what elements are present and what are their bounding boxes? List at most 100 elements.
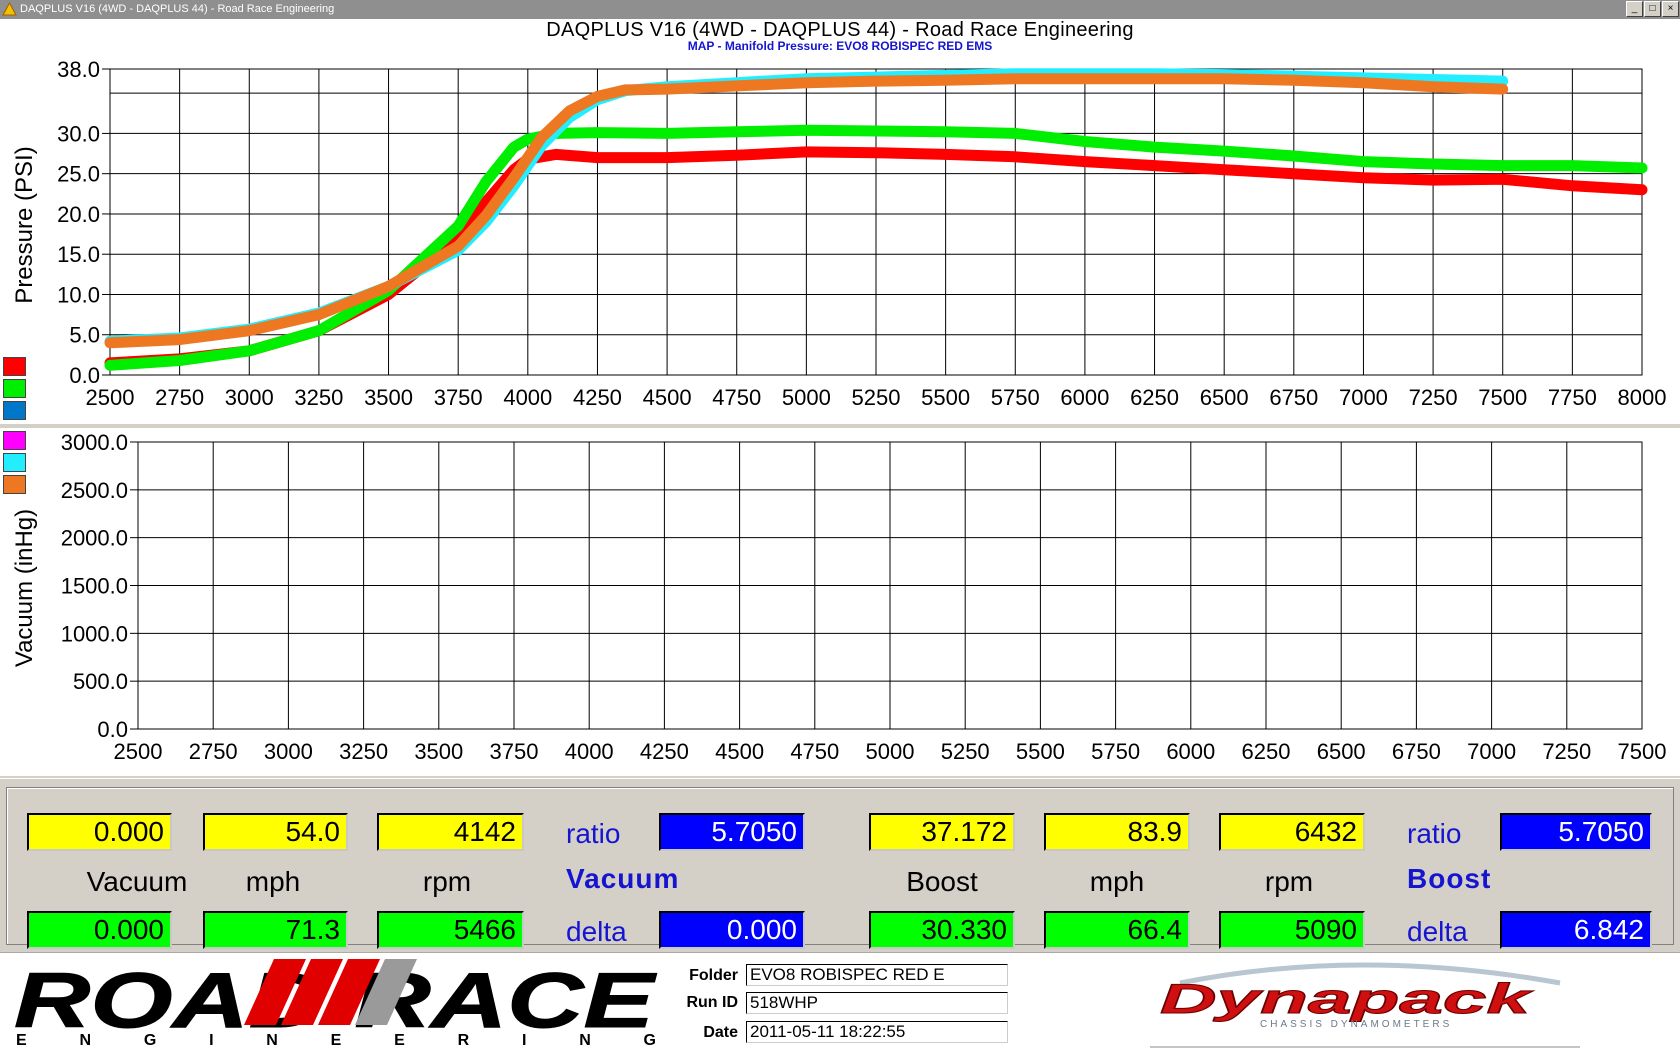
legend-swatch-red[interactable] bbox=[3, 357, 26, 376]
x-tick-label: 4000 bbox=[503, 385, 552, 410]
x-tick-label: 5750 bbox=[991, 385, 1040, 410]
boost-value-box: 37.172 bbox=[869, 813, 1015, 851]
x-tick-label: 4500 bbox=[715, 739, 764, 764]
y-tick-label: 0.0 bbox=[97, 717, 128, 742]
x-tick-label: 4500 bbox=[643, 385, 692, 410]
boost-value-green-box: 30.330 bbox=[869, 911, 1015, 949]
y-tick-label: 500.0 bbox=[73, 669, 128, 694]
ratio-value-right: 5.7050 bbox=[1500, 813, 1652, 851]
metrics-panel: 0.000 54.0 4142 Vacuum mph rpm 0.000 71.… bbox=[0, 778, 1680, 952]
x-tick-label: 2500 bbox=[114, 739, 163, 764]
x-tick-label: 8000 bbox=[1618, 385, 1667, 410]
vacuum-rpm-box: 4142 bbox=[377, 813, 524, 851]
x-tick-label: 7250 bbox=[1409, 385, 1458, 410]
pressure-chart-panel[interactable]: 2500 2750 3000 3250 3500 3750 4000 4250 4500 4750… bbox=[0, 55, 1680, 424]
y-tick-label: 0.0 bbox=[69, 363, 100, 388]
metrics-frame: 0.000 54.0 4142 Vacuum mph rpm 0.000 71.… bbox=[6, 787, 1674, 949]
y-tick-label: 10.0 bbox=[57, 282, 100, 307]
x-tick-label: 6750 bbox=[1392, 739, 1441, 764]
ratio-value-left: 5.7050 bbox=[659, 813, 805, 851]
boost-heading: Boost bbox=[1407, 863, 1492, 894]
date-label: Date bbox=[703, 1024, 738, 1041]
y-tick-label: 3000.0 bbox=[61, 430, 128, 455]
legend-swatch-cyan[interactable] bbox=[3, 453, 26, 472]
x-tick-label: 3750 bbox=[490, 739, 539, 764]
delta-label-right: delta bbox=[1407, 916, 1468, 947]
runid-label: Run ID bbox=[686, 994, 738, 1011]
rpm-label-left: rpm bbox=[422, 866, 472, 897]
y-tick-label: 15.0 bbox=[57, 242, 100, 267]
x-tick-label: 5500 bbox=[1016, 739, 1065, 764]
ratio-label-left: ratio bbox=[566, 818, 621, 849]
x-tick-label: 4750 bbox=[712, 385, 761, 410]
delta-value-left: 0.000 bbox=[659, 911, 805, 949]
window-title: DAQPLUS V16 (4WD - DAQPLUS 44) - Road Ra… bbox=[20, 3, 335, 15]
x-tick-label: 2750 bbox=[189, 739, 238, 764]
x-tick-label: 2750 bbox=[155, 385, 204, 410]
x-tick-label: 3250 bbox=[294, 385, 343, 410]
legend-swatch-orange[interactable] bbox=[3, 475, 26, 494]
x-tick-label: 6250 bbox=[1242, 739, 1291, 764]
vacuum-rpm-green-box: 5466 bbox=[377, 911, 524, 949]
x-tick-label: 5250 bbox=[852, 385, 901, 410]
legend-swatch-blue[interactable] bbox=[3, 401, 26, 420]
x-tick-label: 5000 bbox=[866, 739, 915, 764]
dynapack-logo: Dynapack CHASSIS DYNAMOMETERS bbox=[1150, 962, 1580, 1048]
maximize-button[interactable]: □ bbox=[1644, 1, 1661, 17]
x-tick-label: 4250 bbox=[640, 739, 689, 764]
boost-mph-box: 83.9 bbox=[1044, 813, 1190, 851]
vacuum-value-green-box: 0.000 bbox=[27, 911, 172, 949]
legend-swatch-green[interactable] bbox=[3, 379, 26, 398]
vacuum-mph-box: 54.0 bbox=[203, 813, 348, 851]
vacuum-chart-panel[interactable]: 2500 2750 3000 3250 3500 3750 4000 4250 4500 4750… bbox=[0, 428, 1680, 776]
date-field[interactable]: 2011-05-11 18:22:55 bbox=[746, 1021, 1008, 1043]
y-tick-label: 5.0 bbox=[69, 323, 100, 348]
x-tick-label: 3250 bbox=[339, 739, 388, 764]
mph-label-right: mph bbox=[1089, 866, 1145, 897]
x-tick-label: 4750 bbox=[790, 739, 839, 764]
app-icon bbox=[2, 2, 17, 16]
y-tick-label: 30.0 bbox=[57, 121, 100, 146]
x-tick-label: 2500 bbox=[86, 385, 135, 410]
delta-label-left: delta bbox=[566, 916, 627, 947]
minimize-button[interactable]: _ bbox=[1626, 1, 1643, 17]
x-tick-label: 3000 bbox=[264, 739, 313, 764]
x-tick-label: 6250 bbox=[1130, 385, 1179, 410]
vacuum-value-box: 0.000 bbox=[27, 813, 172, 851]
x-tick-label: 3750 bbox=[434, 385, 483, 410]
mph-label-left: mph bbox=[245, 866, 301, 897]
x-tick-label: 6750 bbox=[1269, 385, 1318, 410]
pressure-chart[interactable]: 2500 2750 3000 3250 3500 3750 4000 4250 4500 4750… bbox=[0, 55, 1680, 424]
close-button[interactable]: × bbox=[1662, 1, 1679, 17]
vacuum-chart[interactable]: 2500 2750 3000 3250 3500 3750 4000 4250 4500 4750… bbox=[0, 428, 1680, 776]
x-tick-label: 7500 bbox=[1618, 739, 1667, 764]
x-tick-label: 7000 bbox=[1467, 739, 1516, 764]
y-tick-label: 2500.0 bbox=[61, 478, 128, 503]
runid-field[interactable]: 518WHP bbox=[746, 992, 1008, 1014]
window-titlebar: DAQPLUS V16 (4WD - DAQPLUS 44) - Road Ra… bbox=[0, 0, 1680, 19]
folder-field[interactable]: EVO8 ROBISPEC RED E bbox=[746, 964, 1008, 986]
delta-value-right: 6.842 bbox=[1500, 911, 1652, 949]
x-tick-label: 3000 bbox=[225, 385, 274, 410]
y-axis-label: Vacuum (inHg) bbox=[11, 509, 38, 667]
x-tick-label: 5250 bbox=[941, 739, 990, 764]
y-tick-label: 2000.0 bbox=[61, 526, 128, 551]
dynapack-sub-text: CHASSIS DYNAMOMETERS bbox=[1260, 1019, 1452, 1030]
x-tick-label: 6000 bbox=[1166, 739, 1215, 764]
vacuum-heading: Vacuum bbox=[566, 863, 680, 894]
x-tick-label: 4000 bbox=[565, 739, 614, 764]
x-tick-label: 6500 bbox=[1317, 739, 1366, 764]
y-tick-label: 1500.0 bbox=[61, 574, 128, 599]
y-axis-label: Pressure (PSI) bbox=[11, 146, 38, 303]
road-race-logo: ROAD RACE E N G I N E E R I N G bbox=[14, 956, 658, 1050]
chart-subtitle: MAP - Manifold Pressure: EVO8 ROBISPEC R… bbox=[687, 39, 993, 53]
x-tick-label: 5000 bbox=[782, 385, 831, 410]
boost-rpm-box: 6432 bbox=[1219, 813, 1365, 851]
x-tick-label: 7250 bbox=[1542, 739, 1591, 764]
x-tick-label: 6000 bbox=[1060, 385, 1109, 410]
legend-swatch-magenta[interactable] bbox=[3, 431, 26, 450]
x-tick-label: 7000 bbox=[1339, 385, 1388, 410]
boost-rpm-green-box: 5090 bbox=[1219, 911, 1365, 949]
x-tick-label: 6500 bbox=[1200, 385, 1249, 410]
y-tick-label: 25.0 bbox=[57, 162, 100, 187]
